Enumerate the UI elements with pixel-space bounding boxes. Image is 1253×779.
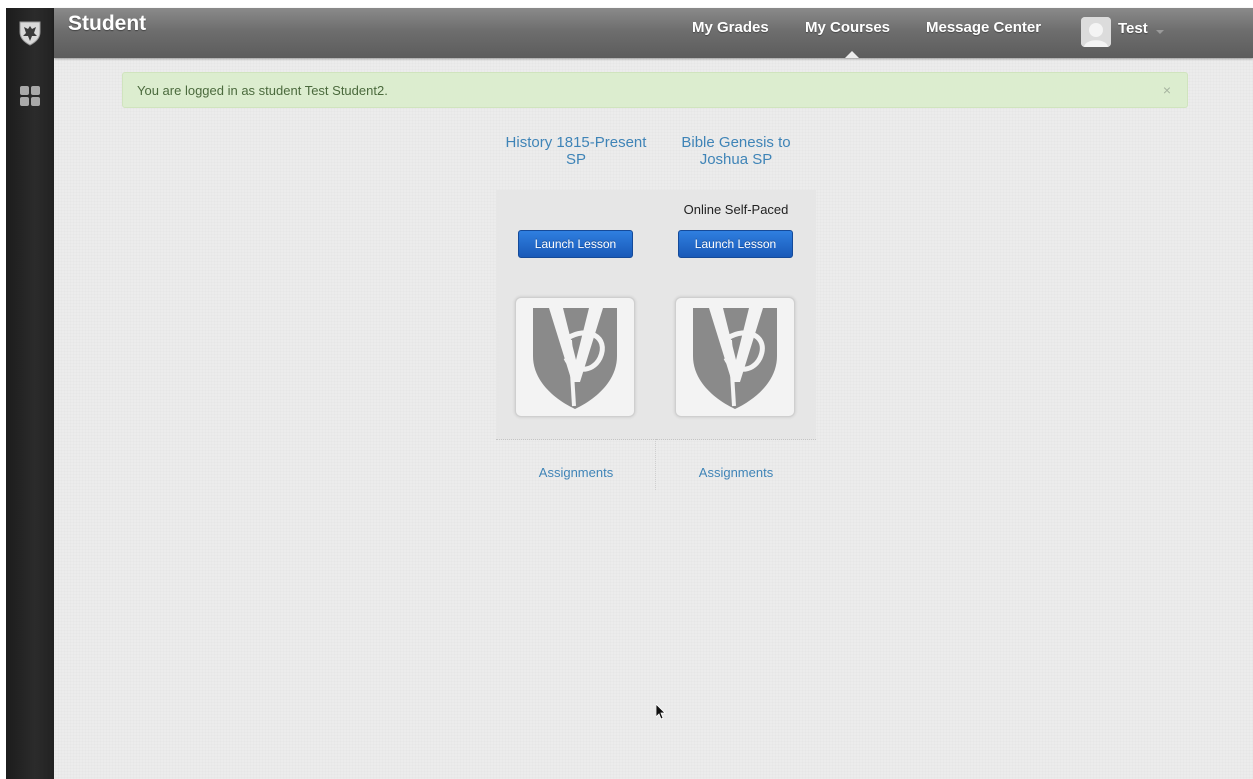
assignments-link[interactable]: Assignments — [496, 465, 656, 480]
left-rail — [6, 8, 54, 779]
nav-message-center[interactable]: Message Center — [926, 19, 1041, 36]
top-bar — [54, 8, 1253, 58]
course-image[interactable] — [675, 297, 795, 417]
vp-shield-icon — [693, 308, 777, 409]
launch-lesson-button[interactable]: Launch Lesson — [518, 230, 633, 258]
user-menu-caret-icon[interactable] — [1156, 30, 1164, 34]
course-image[interactable] — [515, 297, 635, 417]
shield-logo-icon[interactable] — [18, 20, 42, 46]
course-title[interactable]: History 1815-Present SP — [496, 134, 656, 168]
nav-my-courses[interactable]: My Courses — [805, 19, 890, 36]
course-type: Online Self-Paced — [683, 202, 789, 217]
assignments-link[interactable]: Assignments — [656, 465, 816, 480]
launch-lesson-button[interactable]: Launch Lesson — [678, 230, 793, 258]
nav-my-grades[interactable]: My Grades — [692, 19, 769, 36]
login-alert: You are logged in as student Test Studen… — [122, 72, 1188, 108]
course-divider — [656, 439, 816, 440]
alert-close-icon[interactable]: × — [1163, 82, 1171, 98]
mouse-cursor-icon — [656, 704, 666, 720]
course-divider — [496, 439, 656, 440]
active-nav-caret — [845, 51, 859, 58]
user-name[interactable]: Test — [1118, 20, 1148, 37]
avatar-icon[interactable] — [1081, 17, 1111, 47]
vp-shield-icon — [533, 308, 617, 409]
alert-text: You are logged in as student Test Studen… — [137, 83, 388, 98]
course-title[interactable]: Bible Genesis to Joshua SP — [656, 134, 816, 168]
app-title[interactable]: Student — [68, 12, 146, 36]
apps-grid-icon[interactable] — [20, 86, 40, 106]
